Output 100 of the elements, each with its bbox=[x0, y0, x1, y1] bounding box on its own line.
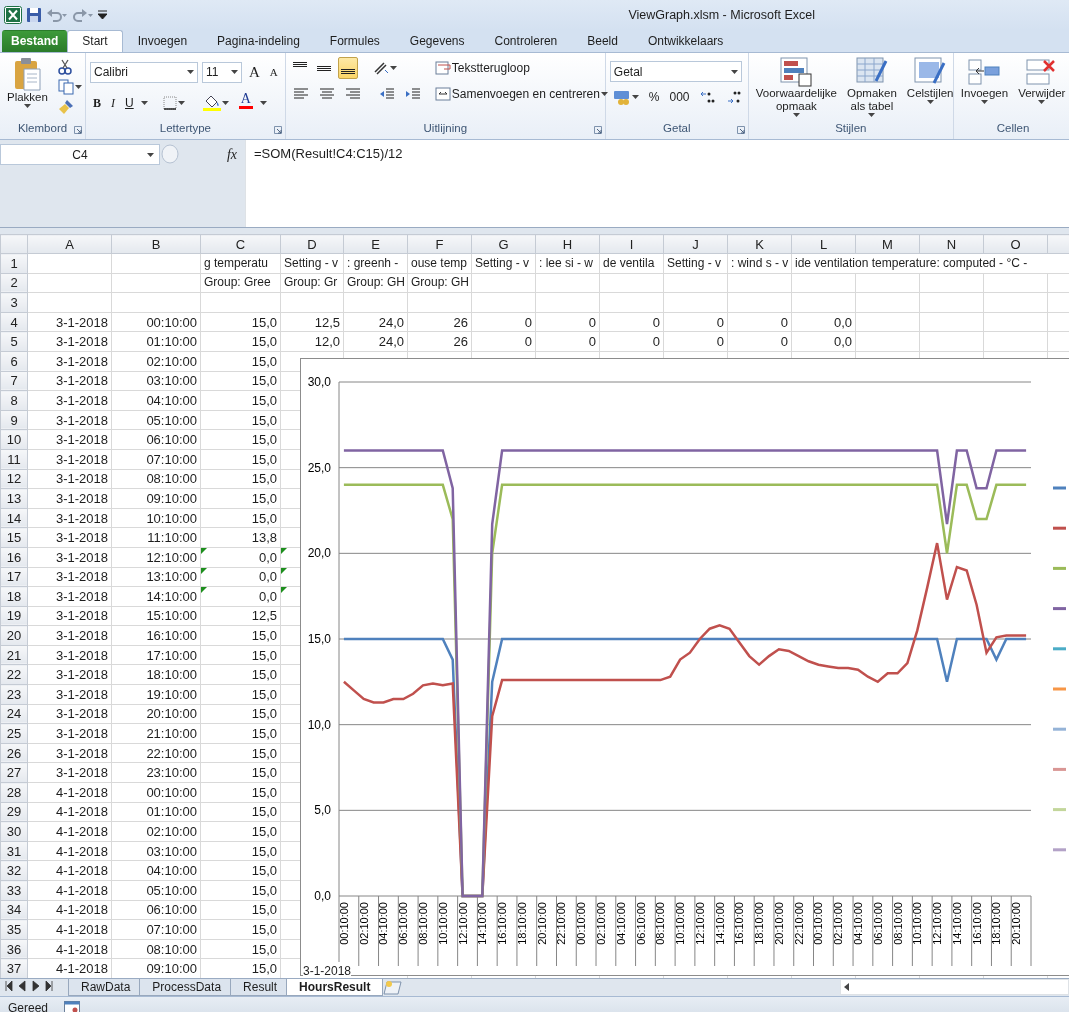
dialog-launcher-icon[interactable] bbox=[74, 126, 82, 134]
align-bottom-button[interactable] bbox=[337, 57, 358, 79]
name-box[interactable]: C4 bbox=[0, 144, 160, 165]
ribbon-tab[interactable]: Controleren bbox=[479, 30, 573, 52]
dialog-launcher-icon[interactable] bbox=[273, 126, 282, 134]
font-size-field[interactable]: 11 bbox=[202, 61, 242, 83]
brush-icon bbox=[57, 99, 74, 115]
function-label[interactable]: fx bbox=[226, 144, 237, 165]
column-header[interactable]: J bbox=[663, 234, 728, 254]
italic-button[interactable]: I bbox=[108, 92, 118, 114]
column-header[interactable]: O bbox=[983, 234, 1048, 254]
horizontal-scrollbar[interactable] bbox=[840, 979, 1069, 995]
customize-icon[interactable] bbox=[98, 10, 107, 20]
dialog-launcher-icon[interactable] bbox=[736, 126, 745, 134]
column-header[interactable]: M bbox=[855, 234, 920, 254]
table-cell: 4-1-2018 bbox=[27, 880, 112, 901]
column-header[interactable]: G bbox=[471, 234, 536, 254]
save-icon[interactable] bbox=[26, 7, 42, 23]
merge-center-button[interactable]: Samenvoegen en centreren bbox=[431, 83, 611, 105]
date-label: 3-1-2018 bbox=[303, 962, 352, 978]
formula-field[interactable]: =SOM(Result!C4:C15)/12 bbox=[245, 140, 1069, 227]
file-tab[interactable]: Bestand bbox=[2, 30, 68, 52]
table-cell: : greenh - bbox=[343, 253, 408, 274]
column-header[interactable]: N bbox=[919, 234, 984, 254]
column-header[interactable]: B bbox=[111, 234, 201, 254]
caret-icon bbox=[74, 85, 82, 89]
table-cell: 06:10:00 bbox=[111, 900, 201, 920]
sheet-tab[interactable]: HoursResult bbox=[286, 979, 384, 996]
macro-record-icon[interactable] bbox=[64, 1000, 81, 1012]
column-header[interactable]: H bbox=[535, 234, 600, 254]
ribbon-tab[interactable]: Ontwikkelaars bbox=[632, 30, 739, 52]
column-header[interactable]: L bbox=[791, 234, 856, 254]
table-cell: 18:10:00 bbox=[111, 664, 201, 685]
dialog-launcher-icon[interactable] bbox=[593, 126, 602, 134]
x-tick-label: 08:10:00 bbox=[417, 902, 430, 945]
percent-button[interactable]: % bbox=[645, 86, 663, 108]
ribbon-tab[interactable]: Invoegen bbox=[122, 30, 203, 52]
cellstyles-button[interactable]: Celstijlen bbox=[903, 57, 957, 117]
grow-font-button[interactable]: A bbox=[246, 61, 263, 83]
table-cell: 0 bbox=[535, 312, 600, 332]
column-header[interactable]: C bbox=[200, 234, 281, 254]
table-cell: : wind s - v bbox=[727, 253, 792, 274]
x-tick-label: 02:10:00 bbox=[832, 902, 845, 945]
table-cell: 15:10:00 bbox=[111, 606, 201, 626]
underline-button[interactable]: U bbox=[122, 92, 137, 114]
y-tick-label: 10,0 bbox=[307, 717, 331, 732]
column-header[interactable]: K bbox=[727, 234, 792, 254]
table-cell: 4-1-2018 bbox=[27, 900, 112, 920]
number-format-field[interactable]: Getal bbox=[609, 61, 742, 82]
column-header[interactable]: D bbox=[280, 234, 344, 254]
decimal-arrow-icon bbox=[699, 89, 716, 105]
column-header[interactable]: E bbox=[343, 234, 408, 254]
table-cell: 13,8 bbox=[200, 527, 281, 548]
thousands-button[interactable]: 000 bbox=[666, 86, 693, 108]
scissors-icon bbox=[57, 59, 72, 75]
scroll-last-icon[interactable] bbox=[42, 979, 56, 993]
insert-cells-icon bbox=[968, 57, 1001, 87]
table-cell: 3-1-2018 bbox=[27, 410, 112, 430]
font-name-field[interactable]: Calibri bbox=[90, 61, 198, 83]
table-cell: 01:10:00 bbox=[111, 331, 201, 352]
lines-icon bbox=[292, 86, 309, 102]
caret-icon bbox=[980, 100, 988, 104]
shrink-font-button[interactable]: A bbox=[266, 61, 281, 83]
group-label: Cellen bbox=[996, 120, 1030, 136]
table-cell: 26 bbox=[407, 312, 472, 332]
ribbon-tab[interactable]: Pagina-indeling bbox=[202, 30, 315, 52]
column-header[interactable]: I bbox=[599, 234, 664, 254]
font-color-button[interactable]: A bbox=[235, 91, 256, 115]
x-tick-label: 04:10:00 bbox=[377, 902, 390, 945]
table-cell: 14:10:00 bbox=[111, 586, 201, 607]
table-cell: 02:10:00 bbox=[111, 351, 201, 372]
conditional-button[interactable]: Voorwaardelijke opmaak bbox=[752, 57, 840, 117]
ribbon-tab[interactable]: Gegevens bbox=[394, 30, 480, 52]
column-header[interactable]: A bbox=[27, 234, 112, 254]
insert-button[interactable]: Invoegen bbox=[957, 57, 1012, 104]
column-header[interactable]: F bbox=[407, 234, 472, 254]
ribbon-tab[interactable]: Beeld bbox=[572, 30, 633, 52]
table-cell: ouse temp bbox=[407, 253, 472, 274]
table-cell: 12,0 bbox=[280, 331, 344, 352]
table-cell: 4-1-2018 bbox=[27, 782, 112, 803]
x-tick-label: 00:10:00 bbox=[812, 902, 825, 945]
ribbon-tab[interactable]: Formules bbox=[314, 30, 395, 52]
ribbon-tab[interactable]: Start bbox=[67, 30, 123, 52]
table-cell: 15,0 bbox=[200, 802, 281, 822]
table-cell: Group: Gr bbox=[280, 273, 344, 293]
excel-icon[interactable] bbox=[4, 6, 22, 24]
table-cell: 15,0 bbox=[200, 880, 281, 901]
table-cell: 0,0 bbox=[791, 331, 856, 352]
y-tick-label: 15,0 bbox=[307, 632, 331, 646]
table-cell: 0 bbox=[663, 312, 728, 332]
table-button[interactable]: Opmaken als tabel bbox=[844, 57, 900, 117]
wrap-text-button[interactable]: Tekstterugloop bbox=[431, 57, 611, 79]
group-label: Lettertype bbox=[159, 120, 211, 136]
delete-button[interactable]: Verwijder bbox=[1015, 57, 1069, 104]
group-label: Uitlijning bbox=[423, 120, 468, 136]
paste-button[interactable]: Plakken bbox=[4, 57, 51, 108]
bold-button[interactable]: B bbox=[90, 92, 104, 114]
x-tick-label: 10:10:00 bbox=[436, 902, 449, 945]
x-tick-label: 18:10:00 bbox=[753, 902, 766, 945]
table-cell: 22:10:00 bbox=[111, 743, 201, 763]
